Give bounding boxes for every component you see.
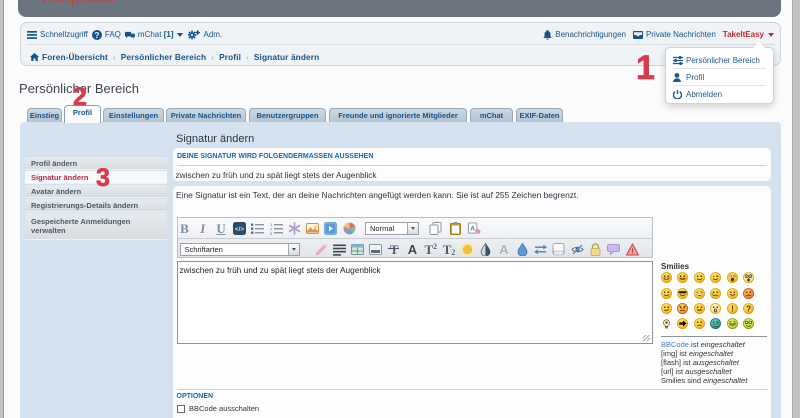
svg-text:!: ! xyxy=(731,305,734,314)
svg-text:?: ? xyxy=(746,305,751,314)
svg-text:?: ? xyxy=(94,30,99,39)
